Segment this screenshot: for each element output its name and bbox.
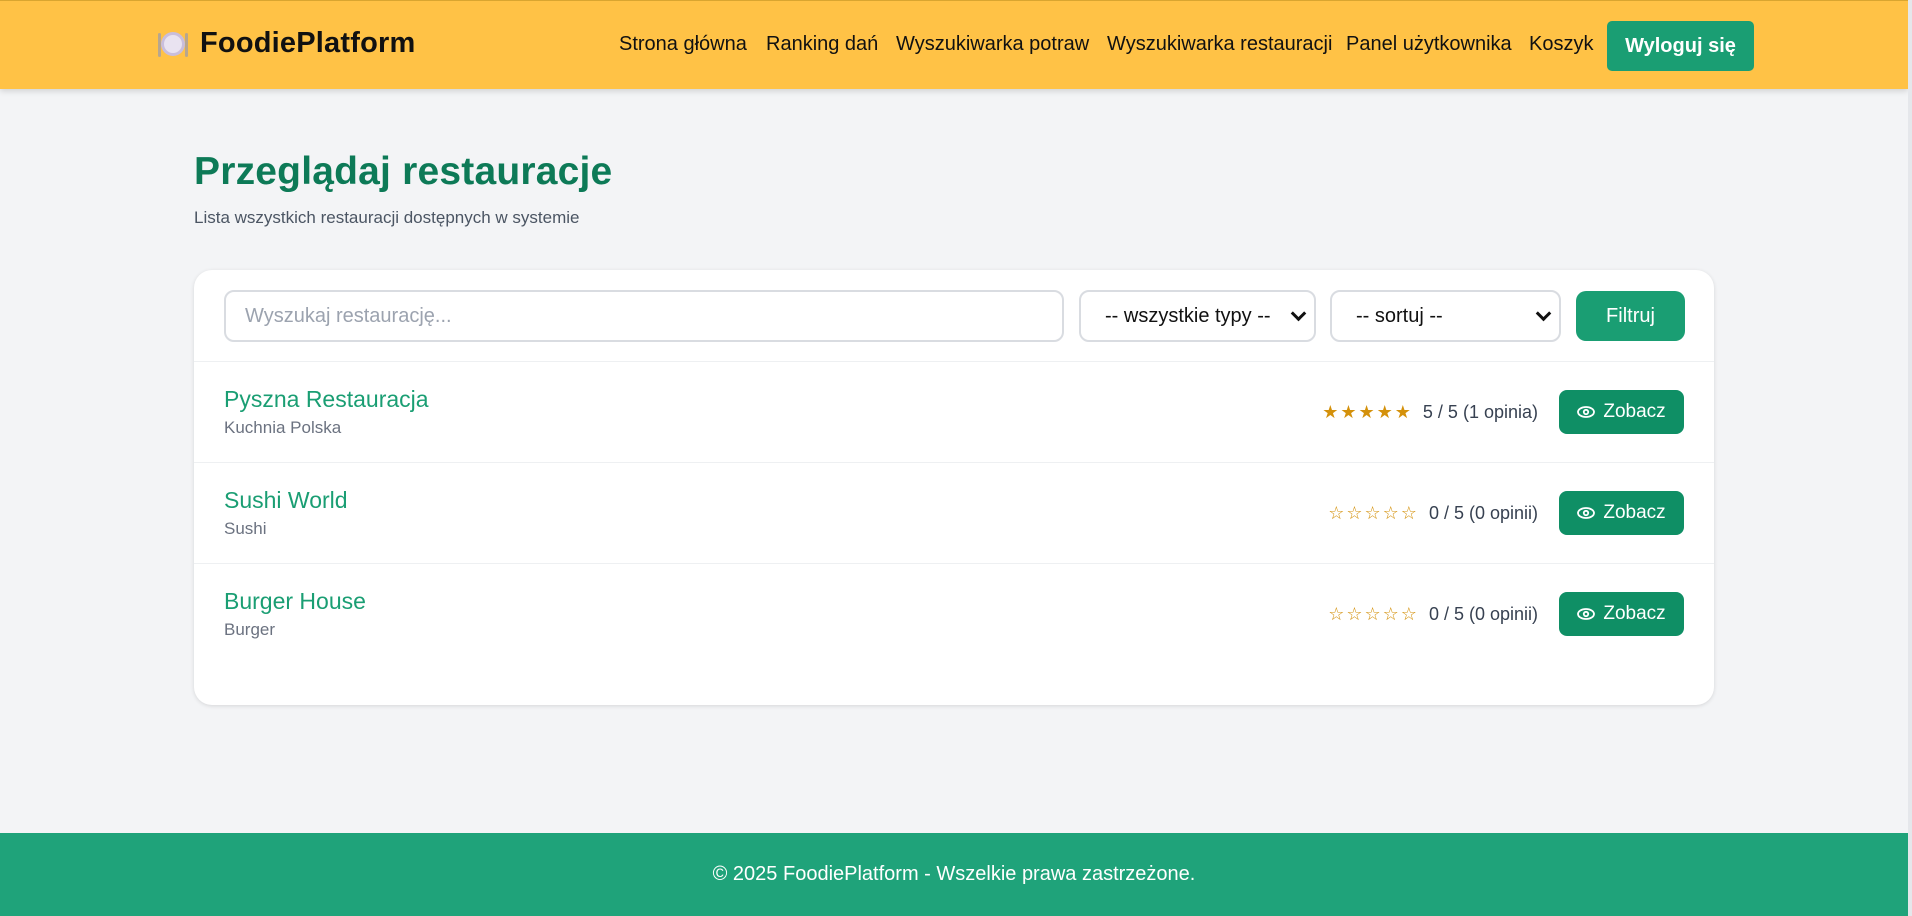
restaurant-list-item: Burger House Burger ☆☆☆☆☆ 0 / 5 (0 opini… [194,564,1714,665]
footer-copyright: © 2025 FoodiePlatform - Wszelkie prawa z… [712,863,1196,885]
sort-select-value: -- sortuj -- [1356,304,1443,327]
restaurants-card: -- wszystkie typy -- -- sortuj -- Filtru… [194,270,1714,705]
star-rating-icon: ★★★★★ [1322,402,1413,422]
rating-text: 0 / 5 (0 opinii) [1428,604,1538,624]
logout-button[interactable]: Wyloguj się [1607,21,1754,71]
rating: ★★★★★ 5 / 5 (1 opinia) [1322,402,1538,423]
search-input[interactable] [224,290,1064,342]
nav-user-panel[interactable]: Panel użytkownika [1346,33,1512,56]
view-button-label: Zobacz [1603,401,1666,422]
scrollbar[interactable] [1908,0,1912,916]
eye-icon [1577,608,1596,620]
rating: ☆☆☆☆☆ 0 / 5 (0 opinii) [1328,604,1538,625]
restaurant-name[interactable]: Pyszna Restauracja [224,386,429,413]
star-rating-icon: ☆☆☆☆☆ [1328,503,1419,523]
restaurant-type: Sushi [224,519,267,538]
top-navbar: FoodiePlatform Strona główna Ranking dań… [0,0,1908,89]
restaurant-type: Burger [224,620,276,639]
restaurant-name[interactable]: Burger House [224,588,366,615]
nav-dish-ranking[interactable]: Ranking dań [766,33,878,56]
nav-home[interactable]: Strona główna [619,33,747,56]
footer: © 2025 FoodiePlatform - Wszelkie prawa z… [0,833,1908,916]
nav-restaurant-search[interactable]: Wyszukiwarka restauracji [1107,33,1332,56]
page-subtitle: Lista wszystkich restauracji dostępnych … [194,208,580,227]
chevron-down-icon [1290,305,1307,322]
view-button-label: Zobacz [1603,603,1666,624]
restaurant-list-item: Pyszna Restauracja Kuchnia Polska ★★★★★ … [194,362,1714,463]
restaurant-list-item: Sushi World Sushi ☆☆☆☆☆ 0 / 5 (0 opinii)… [194,463,1714,564]
rating-text: 5 / 5 (1 opinia) [1422,402,1538,422]
restaurant-type: Kuchnia Polska [224,418,342,437]
eye-icon [1577,406,1596,418]
page: FoodiePlatform Strona główna Ranking dań… [0,0,1908,916]
type-select-value: -- wszystkie typy -- [1105,304,1271,327]
eye-icon [1577,507,1596,519]
view-restaurant-button[interactable]: Zobacz [1559,592,1684,636]
page-title: Przeglądaj restauracje [194,150,613,193]
rating: ☆☆☆☆☆ 0 / 5 (0 opinii) [1328,503,1538,524]
type-select[interactable]: -- wszystkie typy -- [1079,290,1316,342]
rating-text: 0 / 5 (0 opinii) [1428,503,1538,523]
view-button-label: Zobacz [1603,502,1666,523]
view-restaurant-button[interactable]: Zobacz [1559,390,1684,434]
restaurant-name[interactable]: Sushi World [224,487,348,514]
star-rating-icon: ☆☆☆☆☆ [1328,604,1419,624]
nav-cart[interactable]: Koszyk [1529,33,1593,56]
filter-button[interactable]: Filtruj [1576,291,1685,341]
filter-bar: -- wszystkie typy -- -- sortuj -- Filtru… [194,270,1714,362]
nav-dish-search[interactable]: Wyszukiwarka potraw [896,33,1089,56]
view-restaurant-button[interactable]: Zobacz [1559,491,1684,535]
chevron-down-icon [1535,305,1552,322]
sort-select[interactable]: -- sortuj -- [1330,290,1561,342]
